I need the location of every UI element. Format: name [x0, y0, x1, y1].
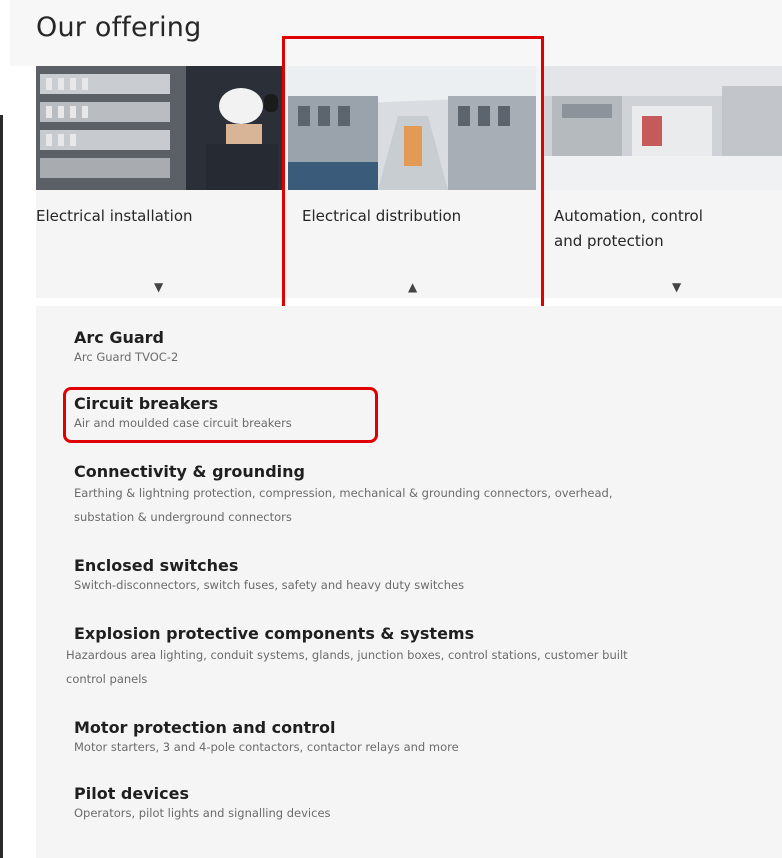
product-description-line: substation & underground connectors: [74, 510, 292, 524]
highlight-box-electrical-distribution: [282, 36, 544, 322]
category-card-automation-control-protection[interactable]: Automation, control and protection ▼: [542, 66, 782, 298]
product-description: Motor starters, 3 and 4-pole contactors,…: [74, 740, 459, 754]
product-title[interactable]: Motor protection and control: [74, 718, 459, 737]
product-description: Earthing & lightning protection, compres…: [74, 481, 613, 529]
category-label-line: and protection: [554, 232, 664, 250]
page-title: Our offering: [36, 12, 202, 43]
product-description-line: control panels: [66, 672, 148, 686]
product-item-pilot-devices[interactable]: Pilot devices Operators, pilot lights an…: [74, 784, 331, 821]
product-title[interactable]: Pilot devices: [74, 784, 331, 803]
product-description-line: Earthing & lightning protection, compres…: [74, 486, 613, 500]
automation-image: [542, 66, 782, 190]
chevron-down-icon[interactable]: ▼: [672, 280, 681, 294]
category-label: Automation, control and protection: [554, 204, 782, 254]
product-description: Hazardous area lighting, conduit systems…: [66, 643, 628, 691]
left-border: [0, 115, 3, 858]
product-description: Arc Guard TVOC-2: [74, 350, 179, 364]
product-item-motor-protection[interactable]: Motor protection and control Motor start…: [74, 718, 459, 755]
highlight-box-circuit-breakers: [63, 387, 378, 443]
product-description: Operators, pilot lights and signalling d…: [74, 806, 331, 820]
category-card-electrical-installation[interactable]: Electrical installation ▼: [36, 66, 284, 298]
product-item-arc-guard[interactable]: Arc Guard Arc Guard TVOC-2: [74, 328, 178, 365]
chevron-down-icon[interactable]: ▼: [154, 280, 163, 294]
electrical-installation-image: [36, 66, 284, 190]
product-title[interactable]: Connectivity & grounding: [74, 462, 613, 481]
product-item-explosion-protective[interactable]: Explosion protective components & system…: [66, 624, 628, 691]
product-item-enclosed-switches[interactable]: Enclosed switches Switch-disconnectors, …: [74, 556, 464, 593]
category-label-line: Automation, control: [554, 207, 703, 225]
product-item-connectivity-grounding[interactable]: Connectivity & grounding Earthing & ligh…: [74, 462, 613, 529]
product-title[interactable]: Arc Guard: [74, 328, 178, 347]
product-description-line: Hazardous area lighting, conduit systems…: [66, 648, 628, 662]
category-label-line: Electrical installation: [36, 207, 193, 225]
product-title[interactable]: Explosion protective components & system…: [74, 624, 628, 643]
category-label: Electrical installation: [36, 204, 276, 229]
product-title[interactable]: Enclosed switches: [74, 556, 464, 575]
product-description: Switch-disconnectors, switch fuses, safe…: [74, 578, 465, 592]
